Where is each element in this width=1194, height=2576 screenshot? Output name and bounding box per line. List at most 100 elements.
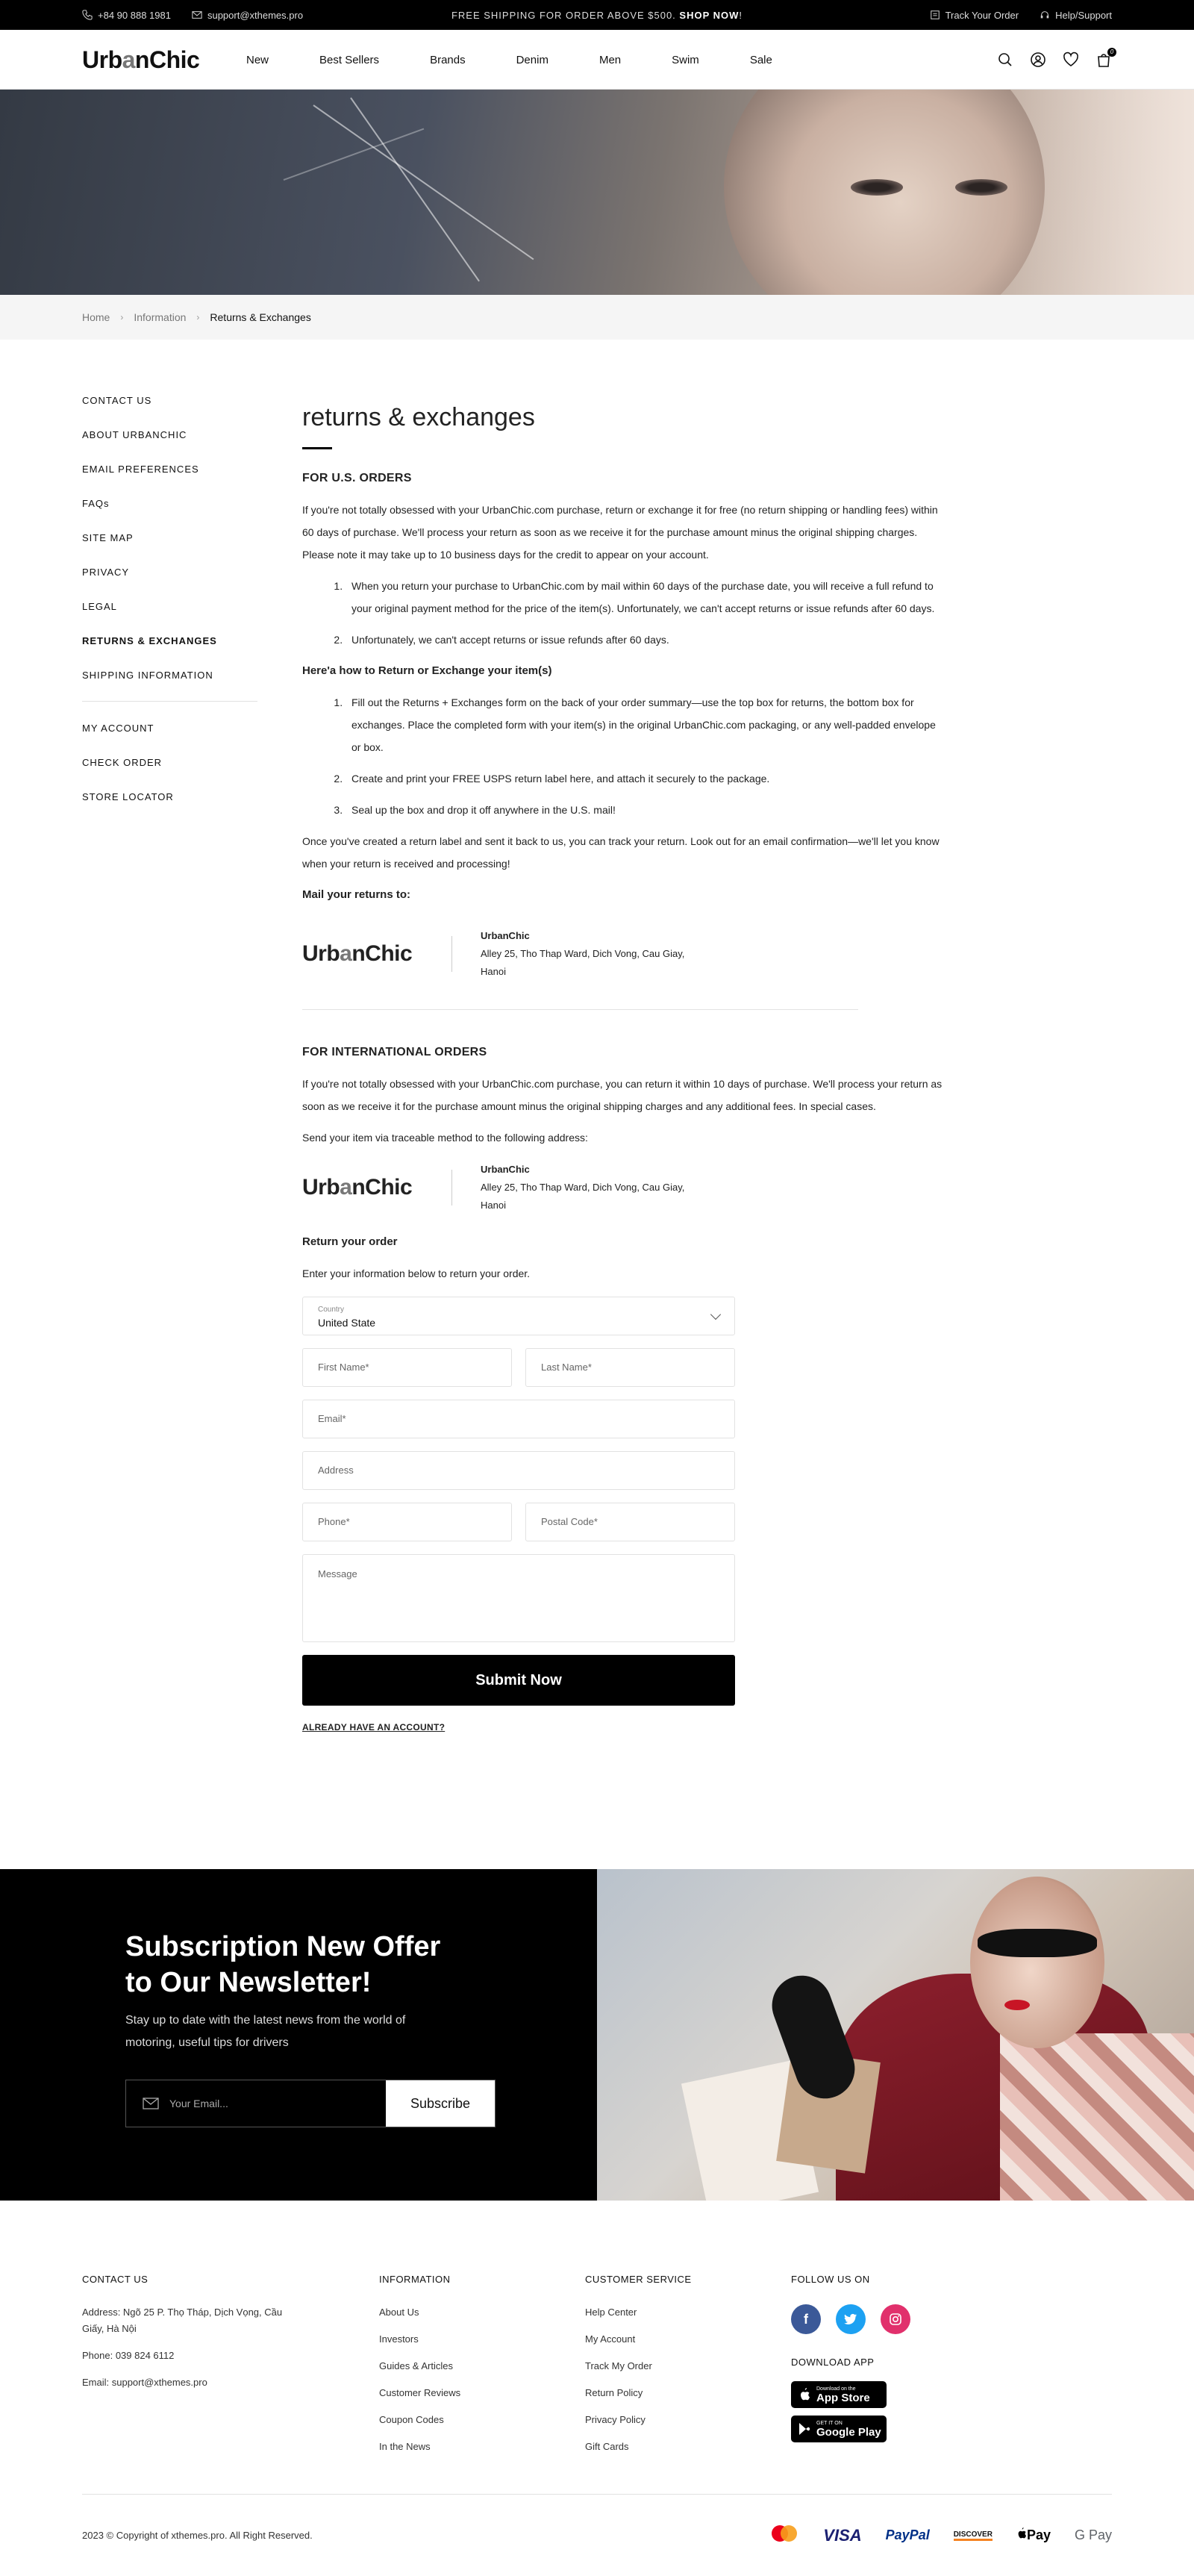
email-link[interactable]: support@xthemes.pro <box>192 10 303 21</box>
title-underline <box>302 447 332 449</box>
footer-link-about[interactable]: About Us <box>379 2304 585 2321</box>
sidebar-item-my-account[interactable]: MY ACCOUNT <box>82 718 257 752</box>
message-field[interactable]: Message <box>302 1554 735 1642</box>
nav-men[interactable]: Men <box>599 54 621 66</box>
address-field[interactable]: Address <box>302 1451 735 1490</box>
top-bar: +84 90 888 1981 support@xthemes.pro FREE… <box>0 0 1194 30</box>
returns-content: returns & exchanges FOR U.S. ORDERS If y… <box>302 390 948 1738</box>
footer-cs-heading: CUSTOMER SERVICE <box>585 2274 692 2285</box>
copyright-text: 2023 © Copyright of xthemes.pro. All Rig… <box>82 2530 313 2541</box>
nav-denim[interactable]: Denim <box>516 54 548 66</box>
footer-link-privacy-policy[interactable]: Privacy Policy <box>585 2412 791 2428</box>
newsletter-email-input[interactable]: Your Email... <box>126 2080 386 2127</box>
footer-link-gift-cards[interactable]: Gift Cards <box>585 2439 791 2455</box>
address-line-1: Alley 25, Tho Thap Ward, Dich Vong, Cau … <box>481 948 685 959</box>
apple-pay-icon: Pay <box>1016 2527 1051 2543</box>
nav-brands[interactable]: Brands <box>430 54 466 66</box>
facebook-icon[interactable]: f <box>791 2304 821 2334</box>
logo-part-accent: a <box>122 46 136 73</box>
twitter-icon[interactable] <box>836 2304 866 2334</box>
breadcrumb-current: Returns & Exchanges <box>210 311 311 323</box>
email-field[interactable]: Email* <box>302 1400 735 1438</box>
breadcrumb-home[interactable]: Home <box>82 311 110 323</box>
footer-link-return-policy[interactable]: Return Policy <box>585 2385 791 2401</box>
subscribe-button[interactable]: Subscribe <box>386 2080 495 2127</box>
intl-orders-paragraph: If you're not totally obsessed with your… <box>302 1078 943 1112</box>
clipboard-icon <box>930 10 940 19</box>
sidebar-item-faqs[interactable]: FAQs <box>82 493 257 528</box>
nav-new[interactable]: New <box>246 54 269 66</box>
how-to-list: Fill out the Returns + Exchanges form on… <box>346 691 948 821</box>
mail-icon <box>192 11 202 19</box>
submit-button[interactable]: Submit Now <box>302 1655 735 1706</box>
list-item: Seal up the box and drop it off anywhere… <box>346 799 948 821</box>
how-to-heading: Here'a how to Return or Exchange your it… <box>302 664 552 677</box>
hero-banner-image <box>0 90 1194 295</box>
address-logo: UrbanChic <box>302 943 451 965</box>
mail-returns-heading: Mail your returns to: <box>302 888 411 901</box>
sidebar-item-site-map[interactable]: SITE MAP <box>82 528 257 562</box>
return-address-block: UrbanChic UrbanChic Alley 25, Tho Thap W… <box>302 927 948 981</box>
sidebar-item-store-locator[interactable]: STORE LOCATOR <box>82 787 257 821</box>
sidebar-item-legal[interactable]: LEGAL <box>82 596 257 631</box>
return-order-heading: Return your order <box>302 1235 398 1248</box>
instagram-icon[interactable] <box>881 2304 910 2334</box>
nav-sale[interactable]: Sale <box>750 54 772 66</box>
app-store-button[interactable]: Download on the App Store <box>791 2381 887 2408</box>
intl-send-paragraph: Send your item via traceable method to t… <box>302 1132 588 1144</box>
wishlist-icon[interactable] <box>1063 52 1079 68</box>
google-play-button[interactable]: GET IT ON Google Play <box>791 2416 887 2442</box>
footer-bottom-bar: 2023 © Copyright of xthemes.pro. All Rig… <box>82 2494 1112 2576</box>
phone-field[interactable]: Phone* <box>302 1503 512 1541</box>
footer-follow-heading: FOLLOW US ON <box>791 2274 870 2285</box>
country-label: Country <box>318 1305 345 1314</box>
logo-part: nChic <box>134 46 200 73</box>
intl-address-block: UrbanChic UrbanChic Alley 25, Tho Thap W… <box>302 1161 948 1214</box>
promo-banner: FREE SHIPPING FOR ORDER ABOVE $500. SHOP… <box>451 10 743 21</box>
sidebar-item-email-preferences[interactable]: EMAIL PREFERENCES <box>82 459 257 493</box>
track-order-link[interactable]: Track Your Order <box>930 10 1019 21</box>
sidebar-item-contact-us[interactable]: CONTACT US <box>82 390 257 425</box>
sidebar-item-check-order[interactable]: CHECK ORDER <box>82 752 257 787</box>
google-play-icon <box>799 2423 810 2435</box>
sidebar-item-about[interactable]: ABOUT URBANCHIC <box>82 425 257 459</box>
phone-text: +84 90 888 1981 <box>98 9 171 21</box>
breadcrumb-information[interactable]: Information <box>134 311 186 323</box>
address-divider <box>451 1170 452 1206</box>
last-name-field[interactable]: Last Name* <box>525 1348 735 1387</box>
main-nav: New Best Sellers Brands Denim Men Swim S… <box>246 54 823 66</box>
shop-now-link[interactable]: SHOP NOW <box>679 10 739 21</box>
account-icon[interactable] <box>1030 52 1046 68</box>
footer-link-help-center[interactable]: Help Center <box>585 2304 791 2321</box>
list-item: When you return your purchase to UrbanCh… <box>346 575 948 620</box>
logo-part: Urb <box>302 941 340 966</box>
sidebar-item-returns[interactable]: RETURNS & EXCHANGES <box>82 631 257 665</box>
nav-best-sellers[interactable]: Best Sellers <box>319 54 379 66</box>
footer-link-investors[interactable]: Investors <box>379 2331 585 2348</box>
footer-link-coupons[interactable]: Coupon Codes <box>379 2412 585 2428</box>
payment-methods: VISA PayPal DISCOVER Pay G Pay <box>769 2524 1112 2547</box>
us-orders-list: When you return your purchase to UrbanCh… <box>346 575 948 651</box>
nav-swim[interactable]: Swim <box>672 54 699 66</box>
postal-code-field[interactable]: Postal Code* <box>525 1503 735 1541</box>
footer-address: Address: Ngõ 25 P. Thọ Tháp, Dịch Vọng, … <box>82 2307 283 2334</box>
discover-icon: DISCOVER <box>953 2530 993 2541</box>
already-have-account-link[interactable]: ALREADY HAVE AN ACCOUNT? <box>302 1716 445 1738</box>
search-icon[interactable] <box>997 52 1013 68</box>
footer-link-reviews[interactable]: Customer Reviews <box>379 2385 585 2401</box>
first-name-field[interactable]: First Name* <box>302 1348 512 1387</box>
help-link[interactable]: Help/Support <box>1040 10 1112 21</box>
footer-link-news[interactable]: In the News <box>379 2439 585 2455</box>
footer-link-my-account[interactable]: My Account <box>585 2331 791 2348</box>
site-logo[interactable]: UrbanChic <box>82 46 246 74</box>
footer-link-guides[interactable]: Guides & Articles <box>379 2358 585 2374</box>
return-order-intro: Enter your information below to return y… <box>302 1267 531 1279</box>
cart-icon[interactable]: 0 <box>1095 48 1116 68</box>
sidebar-item-privacy[interactable]: PRIVACY <box>82 562 257 596</box>
phone-link[interactable]: +84 90 888 1981 <box>82 10 171 21</box>
country-select[interactable]: Country United State <box>302 1297 735 1335</box>
footer-link-track-order[interactable]: Track My Order <box>585 2358 791 2374</box>
address-line-1: Alley 25, Tho Thap Ward, Dich Vong, Cau … <box>481 1182 685 1193</box>
sidebar-item-shipping[interactable]: SHIPPING INFORMATION <box>82 665 257 699</box>
info-sidebar: CONTACT US ABOUT URBANCHIC EMAIL PREFERE… <box>82 390 257 1738</box>
